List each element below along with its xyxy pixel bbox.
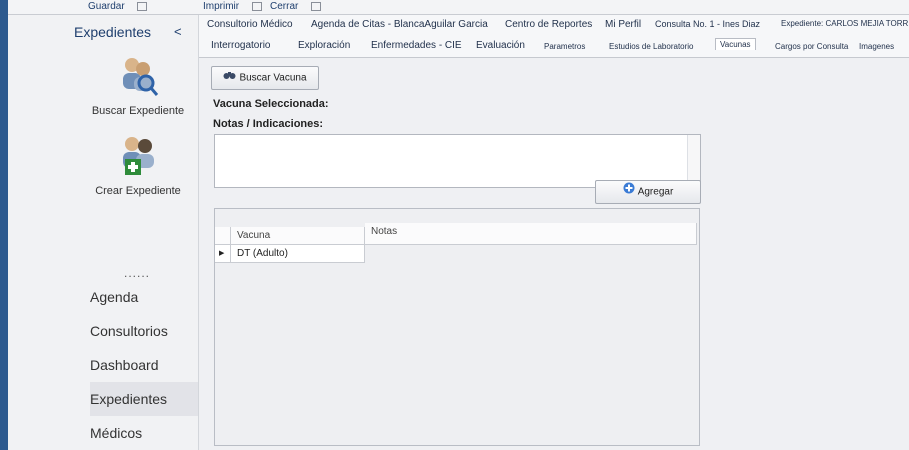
vaccines-table: Vacuna Notas ▶ DT (Adulto) bbox=[214, 208, 700, 446]
nav-item-agenda[interactable]: Agenda bbox=[90, 280, 198, 314]
tab-centro-reportes[interactable]: Centro de Reportes bbox=[505, 19, 592, 30]
tab-interrogatorio[interactable]: Interrogatorio bbox=[211, 40, 270, 51]
tab-cargos-consulta[interactable]: Cargos por Consulta bbox=[775, 42, 848, 51]
sidebar-more-dots[interactable]: ...... bbox=[124, 266, 150, 280]
nav-item-medicos[interactable]: Médicos bbox=[90, 416, 198, 450]
sidebar-collapse-button[interactable]: < bbox=[174, 24, 182, 39]
add-icon bbox=[623, 181, 635, 203]
tab-vacunas[interactable]: Vacunas bbox=[715, 38, 756, 50]
selected-vaccine-label: Vacuna Seleccionada: bbox=[213, 98, 329, 110]
print-button[interactable]: Imprimir bbox=[203, 1, 262, 12]
tab-imagenes[interactable]: Imagenes bbox=[859, 42, 894, 51]
tab-expediente[interactable]: Expediente: CARLOS MEJIA TORRE bbox=[781, 19, 909, 28]
tab-evaluacion[interactable]: Evaluación bbox=[476, 40, 525, 51]
close-label: Cerrar bbox=[270, 1, 299, 12]
tab-mi-perfil[interactable]: Mi Perfil bbox=[605, 19, 641, 30]
search-vaccine-button[interactable]: Buscar Vacuna bbox=[211, 66, 319, 90]
column-header-vacuna[interactable]: Vacuna bbox=[231, 227, 365, 245]
nav-item-expedientes[interactable]: Expedientes bbox=[90, 382, 198, 416]
tab-consultorio-medico[interactable]: Consultorio Médico bbox=[207, 19, 293, 30]
tab-parametros[interactable]: Parametros bbox=[544, 42, 585, 51]
search-patient-icon bbox=[123, 58, 159, 96]
print-label: Imprimir bbox=[203, 1, 240, 12]
tab-agenda-citas[interactable]: Agenda de Citas - BlancaAguilar Garcia bbox=[311, 19, 488, 30]
save-label: Guardar bbox=[88, 1, 125, 12]
save-dropdown-icon[interactable] bbox=[137, 1, 148, 11]
save-button[interactable]: Guardar bbox=[88, 1, 148, 12]
vacunas-panel: Buscar Vacuna Vacuna Seleccionada: Notas… bbox=[199, 58, 909, 450]
table-row-header-corner bbox=[215, 227, 231, 245]
close-dropdown-icon[interactable] bbox=[311, 1, 322, 11]
sidebar-title: Expedientes bbox=[74, 24, 152, 40]
sub-tab-bar: Interrogatorio Exploración Enfermedades … bbox=[199, 37, 909, 58]
table-cell-vacuna[interactable]: DT (Adulto) bbox=[231, 245, 365, 263]
create-patient-button[interactable]: Crear Expediente bbox=[88, 133, 188, 197]
search-vaccine-label: Buscar Vacuna bbox=[239, 72, 307, 84]
nav-item-dashboard[interactable]: Dashboard bbox=[90, 348, 198, 382]
table-cell-notas[interactable] bbox=[365, 245, 697, 263]
row-selector-icon[interactable]: ▶ bbox=[215, 245, 231, 263]
add-patient-icon bbox=[123, 137, 154, 175]
create-patient-label: Crear Expediente bbox=[95, 185, 181, 197]
print-dropdown-icon[interactable] bbox=[251, 1, 262, 11]
close-button[interactable]: Cerrar bbox=[270, 1, 322, 12]
column-header-notas[interactable]: Notas bbox=[365, 223, 697, 245]
search-patient-label: Buscar Expediente bbox=[91, 105, 185, 117]
search-patient-button[interactable]: Buscar Expediente bbox=[88, 53, 188, 117]
binoculars-icon bbox=[223, 67, 236, 89]
tab-enfermedades-cie[interactable]: Enfermedades - CIE bbox=[371, 40, 462, 51]
add-vaccine-button[interactable]: Agregar bbox=[595, 180, 701, 204]
tab-consulta[interactable]: Consulta No. 1 - Ines Diaz bbox=[655, 19, 760, 29]
tab-exploracion[interactable]: Exploración bbox=[298, 40, 350, 51]
main-tab-bar: Consultorio Médico Agenda de Citas - Bla… bbox=[199, 15, 909, 38]
sidebar: Expedientes < Buscar Expediente Crear Ex… bbox=[8, 15, 199, 450]
notes-label: Notas / Indicaciones: bbox=[213, 118, 324, 130]
tab-estudios-laboratorio[interactable]: Estudios de Laboratorio bbox=[609, 42, 694, 51]
add-vaccine-label: Agregar bbox=[637, 186, 674, 198]
nav-item-consultorios[interactable]: Consultorios bbox=[90, 314, 198, 348]
app-window: Guardar Imprimir Cerrar Expedientes < Bu… bbox=[8, 0, 909, 450]
top-toolbar: Guardar Imprimir Cerrar bbox=[8, 0, 909, 15]
